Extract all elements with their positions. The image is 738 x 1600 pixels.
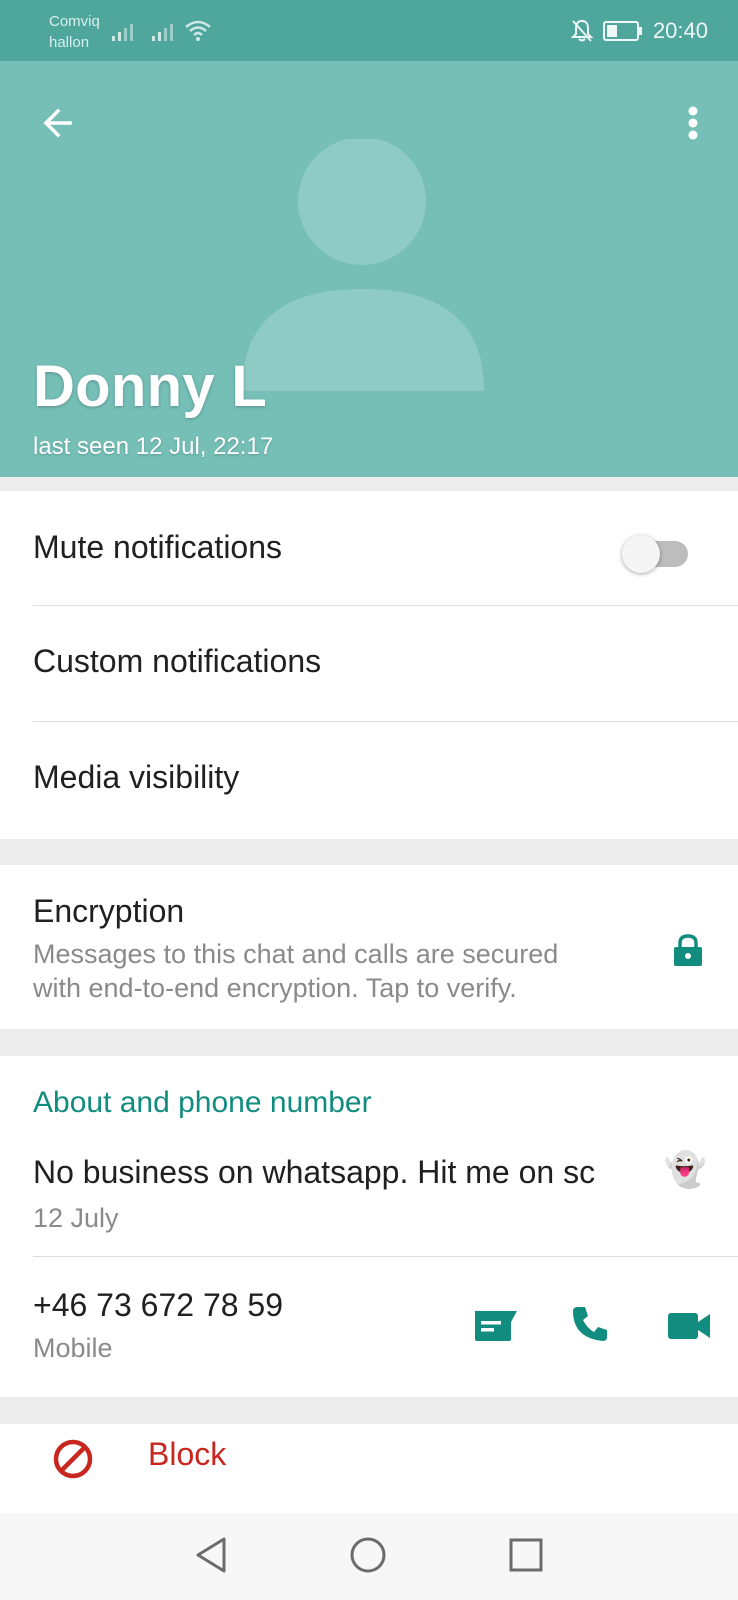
about-card: About and phone number No business on wh…: [0, 1056, 738, 1397]
media-visibility-label: Media visibility: [33, 759, 240, 795]
contact-header: Donny L last seen 12 Jul, 22:17: [0, 61, 738, 477]
signal-1-icon: [112, 24, 133, 41]
message-icon: [475, 1311, 517, 1341]
message-button[interactable]: [466, 1301, 524, 1351]
block-label: Block: [148, 1436, 227, 1472]
about-section-title: About and phone number: [33, 1086, 372, 1119]
more-options-button[interactable]: [678, 99, 708, 147]
wifi-icon: [185, 20, 211, 41]
video-call-button[interactable]: [664, 1301, 714, 1351]
mute-notifications-label: Mute notifications: [33, 529, 283, 565]
back-button[interactable]: [34, 99, 82, 147]
lock-icon: [674, 934, 702, 966]
more-vert-icon: [688, 106, 698, 140]
battery-icon: [602, 21, 642, 41]
notifications-card: Mute notifications Custom notifications …: [0, 491, 738, 839]
nav-recents-icon[interactable]: [506, 1535, 546, 1575]
status-right: 20:40: [570, 18, 708, 44]
about-status-date: 12 July: [33, 1203, 119, 1233]
section-gap: [0, 1397, 738, 1424]
section-gap: [0, 1029, 738, 1056]
mute-notifications-row[interactable]: Mute notifications: [0, 491, 738, 605]
about-status-row[interactable]: No business on whatsapp. Hit me on sc 👻 …: [0, 1146, 738, 1272]
custom-notifications-row[interactable]: Custom notifications: [0, 606, 738, 721]
encryption-title: Encryption: [33, 893, 185, 929]
section-gap: [0, 839, 738, 865]
contact-name: Donny L: [33, 354, 268, 419]
phone-type: Mobile: [33, 1333, 113, 1363]
mute-toggle[interactable]: [622, 531, 692, 573]
arrow-left-icon: [43, 108, 72, 138]
system-navigation-bar: [0, 1513, 738, 1600]
notifications-off-icon: [570, 19, 593, 42]
phone-row[interactable]: +46 73 672 78 59 Mobile: [0, 1257, 738, 1397]
carrier-label: Comviq hallon: [49, 11, 100, 53]
carrier-line-2: hallon: [49, 34, 90, 51]
encryption-line-1: Messages to this chat and calls are secu…: [33, 939, 559, 969]
nav-back-icon[interactable]: [192, 1535, 232, 1575]
toggle-knob: [622, 535, 660, 573]
encryption-card[interactable]: Encryption Messages to this chat and cal…: [0, 865, 738, 1029]
clock: 20:40: [652, 18, 708, 43]
phone-icon: [573, 1307, 607, 1341]
avatar-placeholder-icon: [242, 139, 484, 391]
section-gap: [0, 477, 738, 491]
videocam-icon: [668, 1313, 710, 1339]
block-row[interactable]: Block: [0, 1424, 738, 1513]
ghost-emoji: 👻: [664, 1151, 707, 1189]
carrier-line-1: Comviq: [49, 13, 100, 30]
encryption-description: Messages to this chat and calls are secu…: [33, 937, 558, 1005]
about-status-text: No business on whatsapp. Hit me on sc: [33, 1154, 596, 1190]
voice-call-button[interactable]: [566, 1299, 614, 1349]
custom-notifications-label: Custom notifications: [33, 643, 322, 679]
media-visibility-row[interactable]: Media visibility: [0, 722, 738, 838]
last-seen-text: last seen 12 Jul, 22:17: [33, 433, 274, 460]
block-icon: [53, 1439, 93, 1479]
signal-2-icon: [152, 24, 173, 41]
encryption-line-2: with end-to-end encryption. Tap to verif…: [33, 973, 517, 1003]
status-bar: Comviq hallon 20:40: [0, 0, 738, 61]
nav-home-icon[interactable]: [348, 1535, 388, 1575]
phone-number: +46 73 672 78 59: [33, 1287, 284, 1323]
